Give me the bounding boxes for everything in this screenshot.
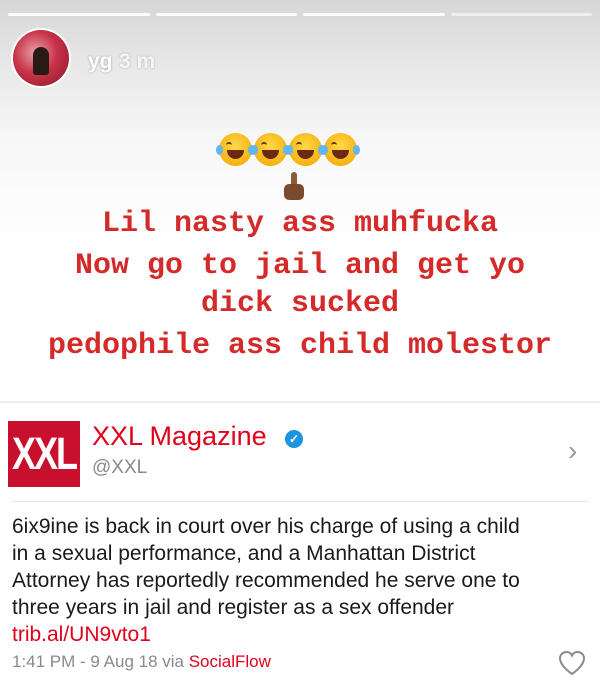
laughing-crying-emoji-icon <box>216 133 255 166</box>
tweet-source-link[interactable]: SocialFlow <box>189 652 271 671</box>
xxl-logo[interactable]: XXL <box>8 421 80 487</box>
tweet-display-name[interactable]: XXL Magazine <box>92 421 267 452</box>
story-caption-line: Lil nasty ass muhfucka <box>101 207 499 241</box>
story-caption-line: pedophile ass child molestor <box>47 329 553 363</box>
progress-segment <box>450 13 592 16</box>
divider <box>12 501 588 502</box>
laughing-crying-emoji-icon <box>286 133 325 166</box>
tweet-handle[interactable]: @XXL <box>92 457 147 479</box>
tweet-card[interactable]: XXL XXL Magazine ✓ @XXL › 6ix9ine is bac… <box>0 403 600 689</box>
laughing-crying-emoji-icon <box>321 133 360 166</box>
story-caption-line: Now go to jail and get yo <box>74 249 526 283</box>
avatar[interactable] <box>13 30 69 86</box>
tweet-meta: 1:41 PM - 9 Aug 18 via SocialFlow <box>12 652 271 672</box>
story-username[interactable]: yg <box>88 50 113 74</box>
chevron-right-icon[interactable]: › <box>568 435 577 467</box>
laughing-crying-emoji-icon <box>251 133 290 166</box>
tweet-text-line: in a sexual performance, and a Manhattan… <box>12 542 476 565</box>
heart-icon[interactable] <box>558 650 586 676</box>
tweet-timestamp: 1:41 PM - 9 Aug 18 via <box>12 652 189 671</box>
avatar-figure <box>33 47 49 75</box>
story-background: yg 3 m Lil nasty ass muhfucka Now go to … <box>0 0 600 400</box>
story-caption-line: dick sucked <box>200 287 400 321</box>
emoji-row <box>216 133 369 166</box>
pointing-down-hand-icon <box>283 172 305 200</box>
tweet-body: 6ix9ine is back in court over his charge… <box>12 513 592 648</box>
story-progress-bar <box>8 13 592 16</box>
progress-segment <box>155 13 297 16</box>
progress-segment <box>8 13 150 16</box>
logo-text: XXL <box>11 427 78 479</box>
progress-segment <box>303 13 445 16</box>
tweet-text-line: 6ix9ine is back in court over his charge… <box>12 515 520 538</box>
tweet-text-line: Attorney has reportedly recommended he s… <box>12 569 520 592</box>
tweet-text-line: three years in jail and register as a se… <box>12 596 455 619</box>
story-timestamp: 3 m <box>119 50 156 73</box>
verified-badge-icon: ✓ <box>285 430 303 448</box>
tweet-link[interactable]: trib.al/UN9vto1 <box>12 623 151 646</box>
